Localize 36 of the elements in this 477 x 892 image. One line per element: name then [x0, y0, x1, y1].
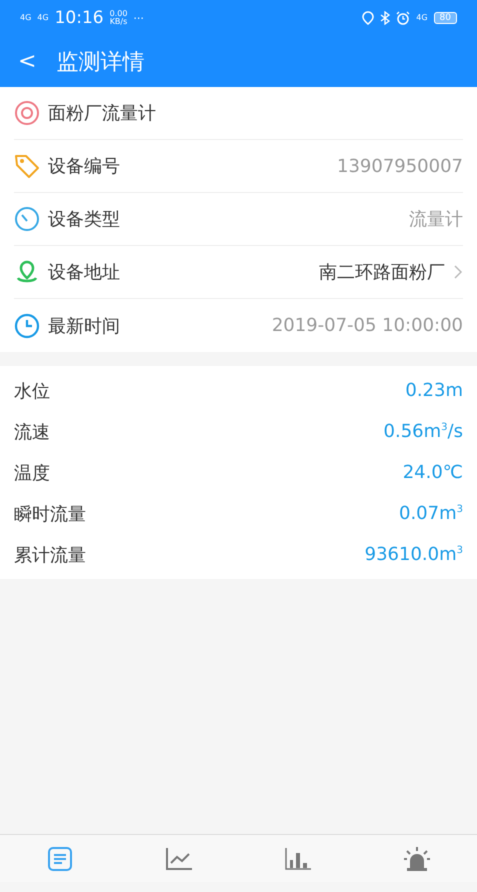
field-label: 设备地址	[48, 261, 120, 284]
reading-value: 0.07m$^{3}$	[399, 503, 463, 524]
back-button[interactable]: <	[18, 49, 36, 74]
field-value: 南二环路面粉厂	[319, 261, 445, 284]
reading-label: 瞬时流量	[14, 502, 86, 526]
field-label: 设备编号	[48, 155, 120, 178]
location-icon	[362, 11, 374, 25]
field-value: 流量计	[409, 208, 463, 231]
location-pin-icon	[14, 259, 40, 285]
tag-icon	[14, 153, 40, 179]
status-time: 10:16	[54, 8, 104, 28]
field-label: 面粉厂流量计	[48, 102, 156, 125]
reading-label: 累计流量	[14, 544, 86, 566]
reading-label: 水位	[14, 380, 50, 402]
target-icon	[14, 100, 40, 126]
field-label: 最新时间	[48, 314, 120, 338]
reading-value: 0.56m$^{3}$/s	[384, 421, 463, 442]
battery-level: 80	[434, 12, 457, 24]
reading-value: 93610.0m$^{3}$	[364, 544, 463, 565]
signal-icon: 4G	[37, 14, 49, 22]
page-title: 监测详情	[56, 48, 144, 76]
reading-label: 温度	[14, 462, 50, 484]
field-value: 2019-07-05 10:00:00	[272, 315, 463, 336]
clock-icon	[14, 312, 40, 338]
field-label: 设备类型	[48, 208, 120, 231]
reading-value: 24.0℃	[402, 462, 463, 483]
more-indicator: ···	[133, 12, 144, 24]
gauge-icon	[14, 206, 40, 232]
signal-icon: 4G	[20, 14, 32, 22]
bluetooth-icon	[380, 11, 390, 25]
alarm-clock-icon	[396, 11, 410, 25]
reading-value: 0.23m	[405, 380, 463, 401]
field-value: 13907950007	[337, 156, 463, 176]
network-speed: 0.00 KB/s	[110, 10, 128, 26]
network-type: 4G	[416, 14, 428, 22]
reading-label: 流速	[14, 420, 50, 444]
